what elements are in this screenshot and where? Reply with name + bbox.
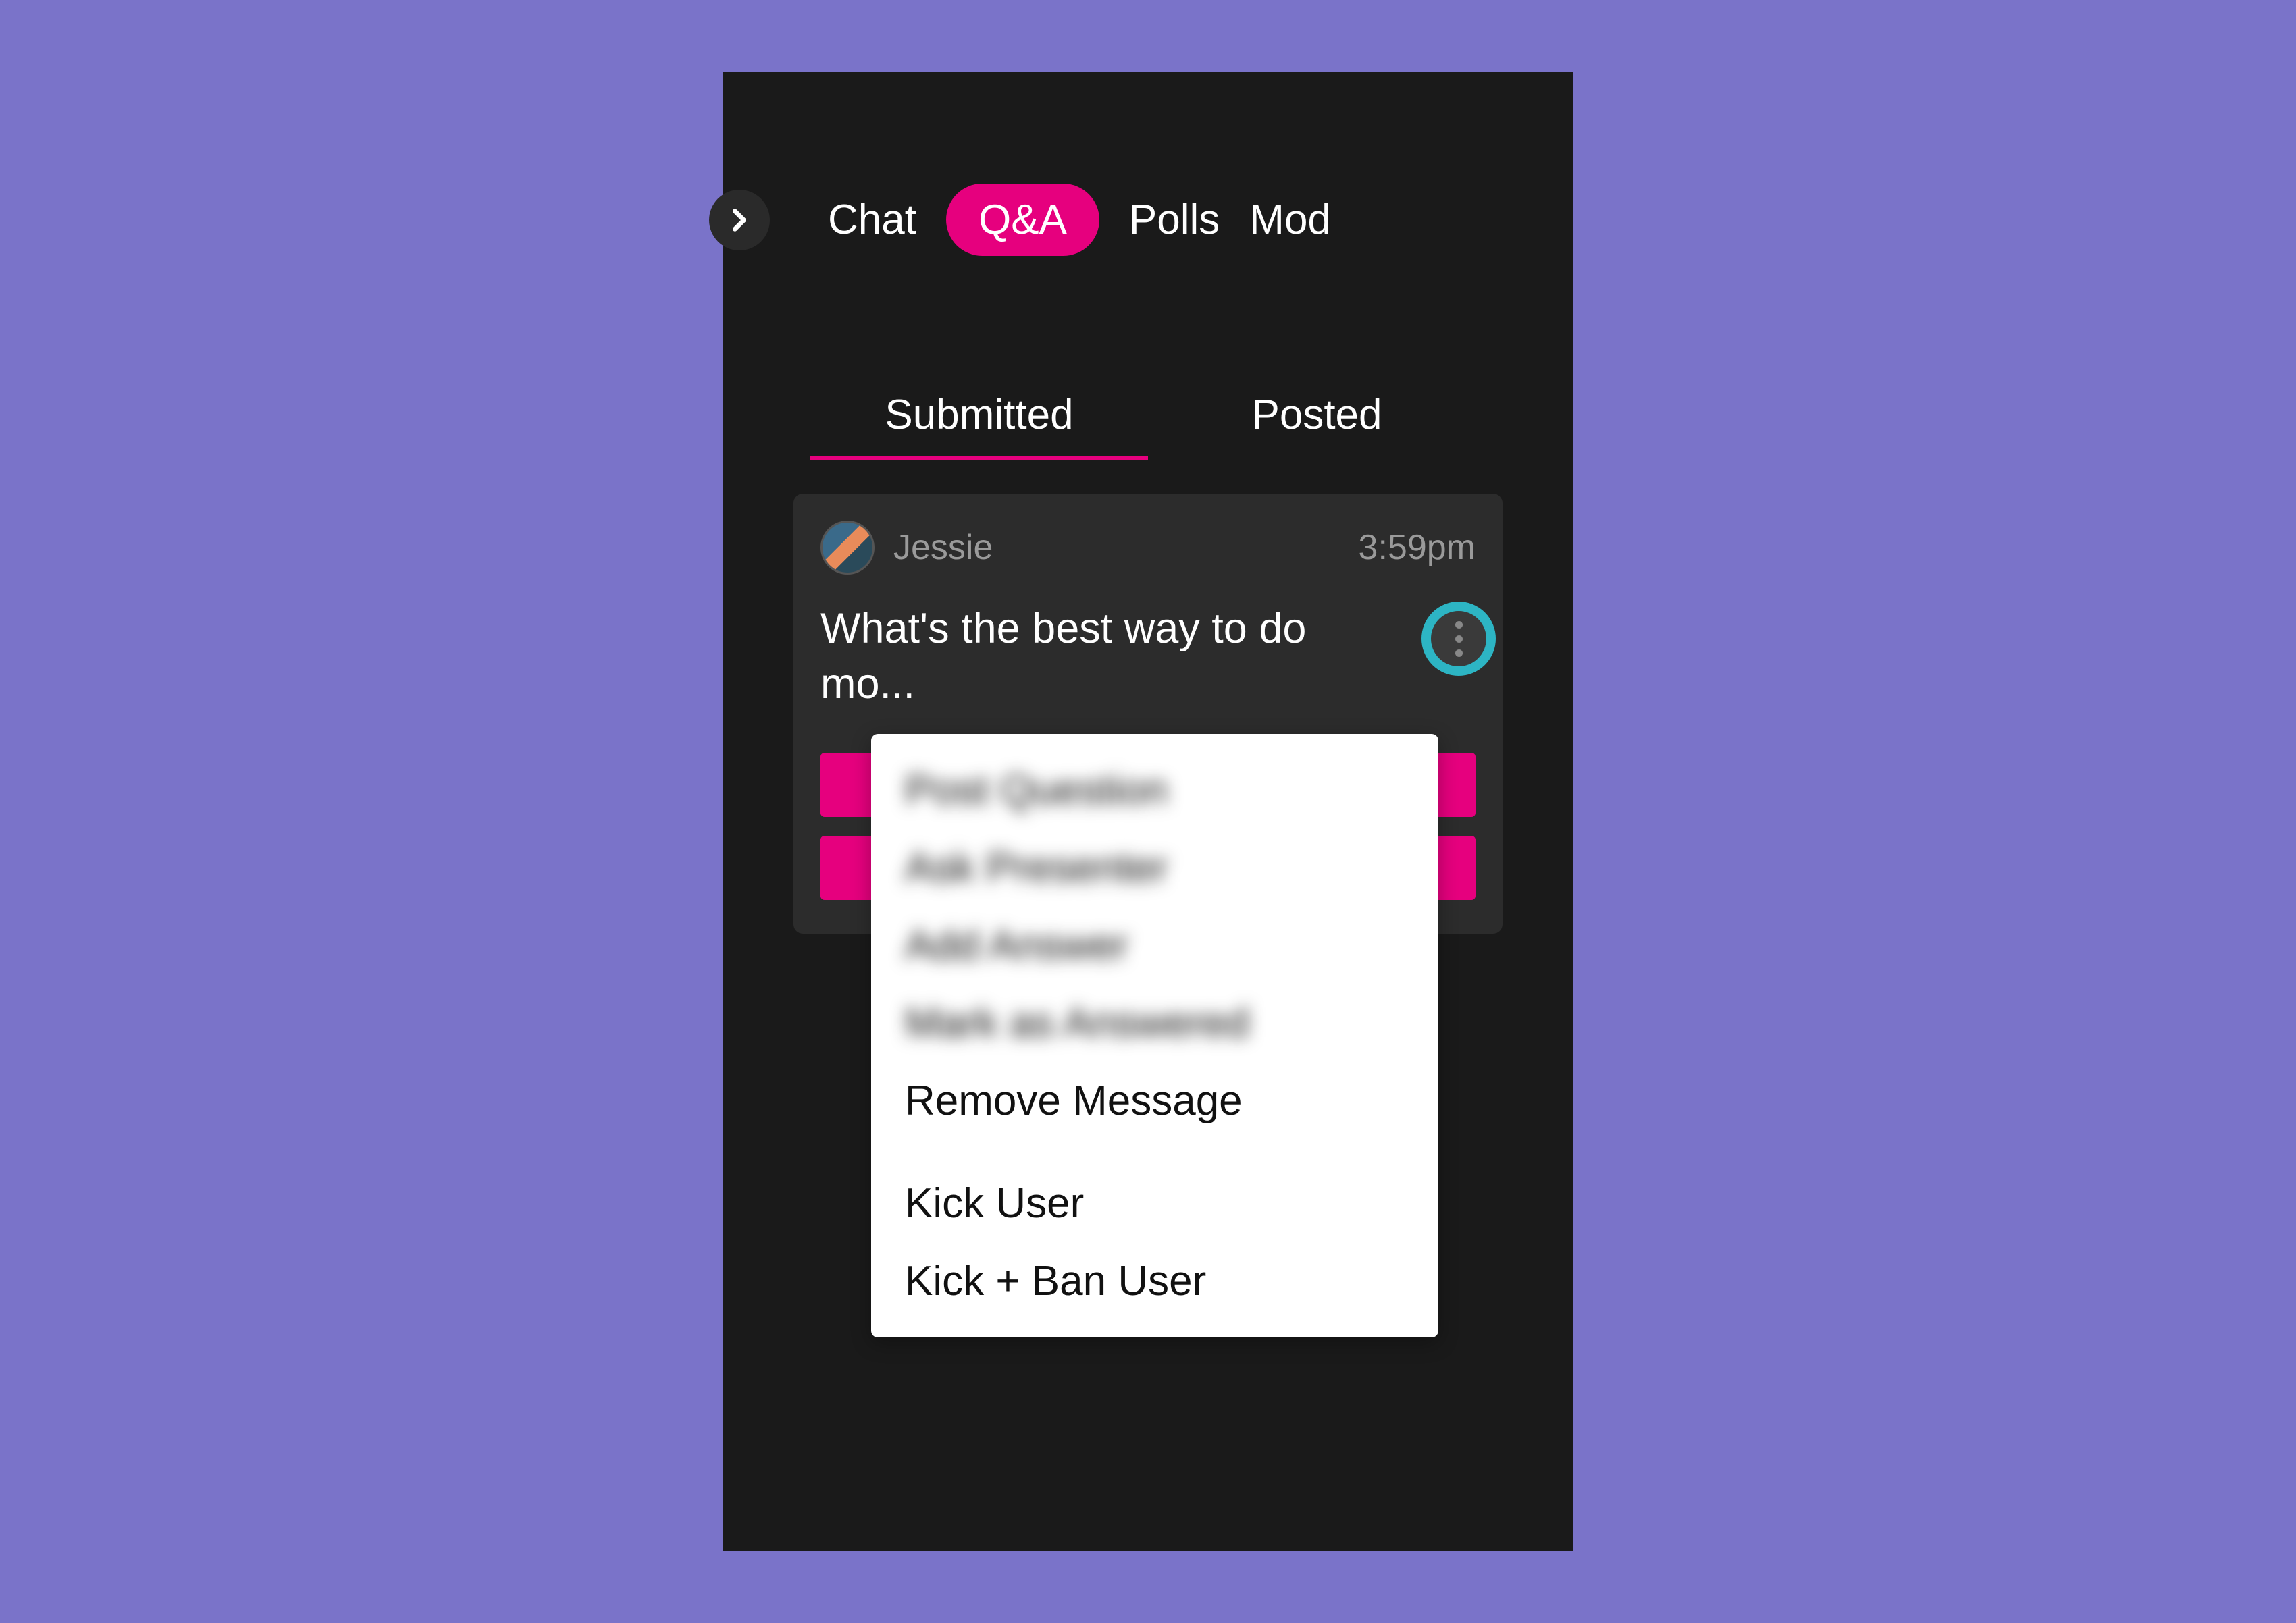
main-tabs: Chat Q&A Polls Mod: [828, 184, 1331, 256]
context-menu: Post Question Ask Presenter Add Answer M…: [871, 734, 1438, 1337]
subtab-submitted[interactable]: Submitted: [810, 391, 1148, 460]
tab-mod[interactable]: Mod: [1249, 189, 1331, 250]
timestamp: 3:59pm: [1359, 527, 1476, 568]
menu-item-mark-answered[interactable]: Mark as Answered: [871, 984, 1438, 1062]
chevron-right-icon: [726, 207, 753, 234]
sub-tabs: Submitted Posted: [723, 391, 1573, 460]
tab-chat[interactable]: Chat: [828, 189, 916, 250]
subtab-posted[interactable]: Posted: [1148, 391, 1486, 460]
more-options-button[interactable]: [1428, 608, 1489, 669]
expand-button[interactable]: [709, 190, 770, 250]
menu-item-remove-message[interactable]: Remove Message: [871, 1062, 1438, 1140]
menu-item-add-answer[interactable]: Add Answer: [871, 907, 1438, 984]
more-vertical-icon: [1455, 621, 1463, 657]
menu-item-ask-presenter[interactable]: Ask Presenter: [871, 829, 1438, 907]
card-header: Jessie 3:59pm: [820, 521, 1476, 575]
tab-qa[interactable]: Q&A: [946, 184, 1099, 256]
author-name: Jessie: [893, 527, 993, 568]
top-row: Chat Q&A Polls Mod: [723, 72, 1573, 256]
qa-panel: Chat Q&A Polls Mod Submitted Posted Jess…: [723, 72, 1573, 1551]
avatar: [820, 521, 875, 575]
menu-item-post-question[interactable]: Post Question: [871, 751, 1438, 829]
menu-item-kick-user[interactable]: Kick User: [871, 1165, 1438, 1242]
tab-polls[interactable]: Polls: [1129, 189, 1220, 250]
menu-item-kick-ban-user[interactable]: Kick + Ban User: [871, 1242, 1438, 1320]
question-text: What's the best way to do mo...: [820, 602, 1374, 712]
